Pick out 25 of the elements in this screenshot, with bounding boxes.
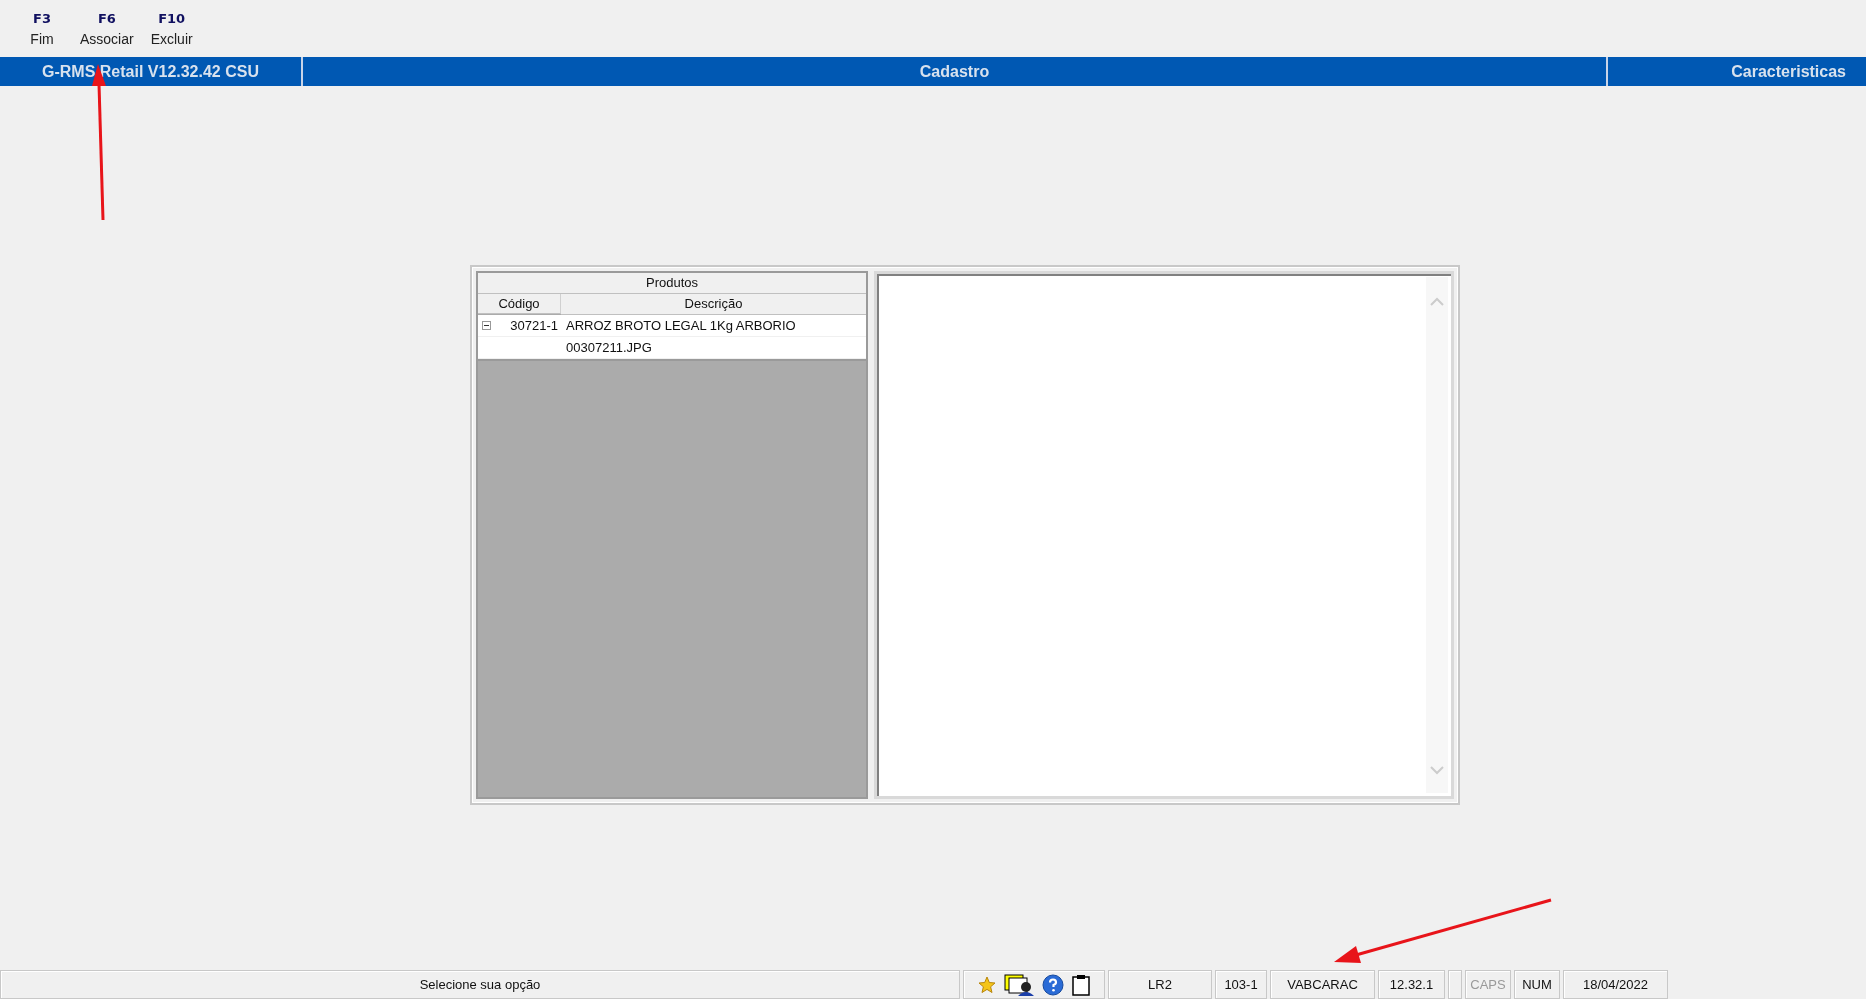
table-cell: 00307211.JPG	[566, 340, 652, 355]
module-title: Cadastro	[303, 57, 1608, 86]
status-field: 12.32.1	[1378, 970, 1445, 999]
user-window-icon[interactable]	[1004, 973, 1034, 996]
column-header[interactable]: Descrição	[561, 294, 866, 315]
function-key-button[interactable]: F10 Excluir	[143, 10, 200, 47]
status-date: 18/04/2022	[1563, 970, 1668, 999]
key-indicator: NUM	[1514, 970, 1560, 999]
status-message: Selecione sua opção	[0, 970, 960, 999]
key-indicator: CAPS	[1465, 970, 1511, 999]
status-panel	[1448, 970, 1462, 999]
table-cell: 30721-1	[510, 318, 558, 333]
function-key-button[interactable]: F3 Fim	[14, 10, 70, 47]
collapse-icon[interactable]	[482, 321, 491, 330]
clipboard-icon[interactable]	[1072, 973, 1090, 996]
screen-title: Caracteristicas	[1730, 61, 1847, 82]
function-key-button[interactable]: F6 Associar	[76, 10, 138, 47]
star-icon[interactable]	[978, 975, 996, 994]
column-header[interactable]: Código	[478, 294, 561, 314]
status-field: LR2	[1108, 970, 1212, 999]
column-group-header: Produtos	[478, 273, 866, 294]
status-field: 103-1	[1215, 970, 1267, 999]
status-field: VABCARAC	[1270, 970, 1375, 999]
help-icon[interactable]	[1042, 973, 1064, 996]
table-cell: ARROZ BROTO LEGAL 1Kg ARBORIO	[566, 318, 796, 333]
